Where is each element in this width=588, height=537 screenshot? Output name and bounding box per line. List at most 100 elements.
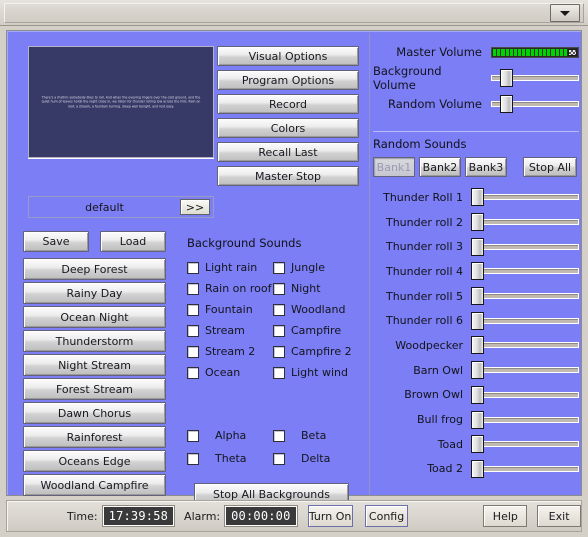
checkbox-theta[interactable]: Theta bbox=[187, 452, 273, 465]
caret-shape bbox=[560, 10, 570, 16]
slider-thumb[interactable] bbox=[471, 459, 484, 478]
next-preset-button[interactable]: >> bbox=[180, 199, 210, 215]
checkbox-label: Ocean bbox=[205, 366, 241, 379]
random-sound-row-thunder-roll-4: Thunder roll 4 bbox=[373, 259, 579, 284]
random-sound-slider[interactable] bbox=[471, 435, 579, 454]
chevron-down-icon[interactable] bbox=[550, 4, 580, 22]
checkbox-woodland[interactable]: Woodland bbox=[273, 303, 362, 316]
random-sound-label: Toad bbox=[437, 437, 463, 451]
random-sound-row-thunder-roll-2: Thunder roll 2 bbox=[373, 210, 579, 235]
preset-button-rainy-day[interactable]: Rainy Day bbox=[23, 282, 166, 304]
checkbox-campfire-2[interactable]: Campfire 2 bbox=[273, 345, 362, 358]
visual-options-button[interactable]: Visual Options bbox=[217, 46, 359, 66]
preset-button-dawn-chorus[interactable]: Dawn Chorus bbox=[23, 402, 166, 424]
save-button[interactable]: Save bbox=[23, 231, 89, 252]
checkbox-label: Light rain bbox=[205, 261, 258, 274]
random-sound-slider[interactable] bbox=[471, 459, 579, 478]
random-sound-row-barn-owl: Barn Owl bbox=[373, 358, 579, 383]
checkbox-stream[interactable]: Stream bbox=[187, 324, 273, 337]
random-sound-slider[interactable] bbox=[471, 385, 579, 404]
background-volume-label: Background Volume bbox=[373, 64, 442, 92]
slider-thumb[interactable] bbox=[471, 410, 484, 429]
slider-thumb[interactable] bbox=[471, 237, 484, 256]
checkbox-stream-2[interactable]: Stream 2 bbox=[187, 345, 273, 358]
colors-button[interactable]: Colors bbox=[217, 118, 359, 138]
checkbox-label: Stream 2 bbox=[205, 345, 256, 358]
slider-thumb[interactable] bbox=[471, 435, 484, 454]
random-sound-row-thunder-roll-3: Thunder roll 3 bbox=[373, 234, 579, 259]
checkbox-label: Theta bbox=[215, 452, 247, 465]
master-volume-row: Master Volume bbox=[373, 39, 579, 65]
preview-screen[interactable]: There's a rhythm somebody likes to roll.… bbox=[28, 46, 214, 158]
slider-thumb[interactable] bbox=[471, 188, 484, 207]
help-button[interactable]: Help bbox=[483, 505, 528, 527]
slider-thumb[interactable] bbox=[471, 311, 484, 330]
random-sound-row-bull-frog: Bull frog bbox=[373, 407, 579, 432]
preset-button-night-stream[interactable]: Night Stream bbox=[23, 354, 166, 376]
recall-last-button[interactable]: Recall Last bbox=[217, 142, 359, 162]
checkbox-delta[interactable]: Delta bbox=[273, 452, 362, 465]
checkbox-box-icon bbox=[187, 429, 199, 442]
config-button[interactable]: Config bbox=[364, 505, 409, 527]
checkbox-label: Stream bbox=[205, 324, 245, 337]
checkbox-light-rain[interactable]: Light rain bbox=[187, 261, 273, 274]
random-volume-slider[interactable] bbox=[491, 95, 579, 113]
slider-thumb[interactable] bbox=[471, 262, 484, 281]
checkbox-rain-on-roof[interactable]: Rain on roof bbox=[187, 282, 273, 295]
preset-button-ocean-night[interactable]: Ocean Night bbox=[23, 306, 166, 328]
checkbox-campfire[interactable]: Campfire bbox=[273, 324, 362, 337]
stop-all-random-button[interactable]: Stop All bbox=[523, 157, 577, 177]
bank1-button[interactable]: Bank1 bbox=[373, 157, 415, 177]
random-sound-label: Thunder roll 6 bbox=[385, 314, 463, 328]
led-segment bbox=[522, 48, 526, 56]
background-volume-slider[interactable] bbox=[491, 69, 579, 87]
checkbox-light-wind[interactable]: Light wind bbox=[273, 366, 362, 379]
random-sound-row-woodpecker: Woodpecker bbox=[373, 333, 579, 358]
slider-thumb[interactable] bbox=[471, 213, 484, 232]
slider-thumb[interactable] bbox=[471, 361, 484, 380]
random-sound-slider[interactable] bbox=[471, 410, 579, 429]
master-stop-button[interactable]: Master Stop bbox=[217, 166, 359, 186]
checkbox-ocean[interactable]: Ocean bbox=[187, 366, 273, 379]
random-sound-slider[interactable] bbox=[471, 237, 579, 256]
slider-thumb[interactable] bbox=[500, 95, 513, 113]
load-button[interactable]: Load bbox=[100, 231, 166, 252]
checkbox-fountain[interactable]: Fountain bbox=[187, 303, 273, 316]
master-volume-grip[interactable] bbox=[568, 48, 578, 56]
slider-thumb[interactable] bbox=[500, 69, 513, 87]
preset-button-forest-stream[interactable]: Forest Stream bbox=[23, 378, 166, 400]
slider-track bbox=[471, 342, 579, 349]
led-segment bbox=[547, 48, 551, 56]
random-sound-slider[interactable] bbox=[471, 336, 579, 355]
preset-button-oceans-edge[interactable]: Oceans Edge bbox=[23, 450, 166, 472]
random-sound-slider[interactable] bbox=[471, 287, 579, 306]
checkbox-jungle[interactable]: Jungle bbox=[273, 261, 362, 274]
preset-button-woodland-campfire[interactable]: Woodland Campfire bbox=[23, 474, 166, 496]
slider-thumb[interactable] bbox=[471, 385, 484, 404]
background-volume-row: Background Volume bbox=[373, 64, 579, 92]
preset-button-rainforest[interactable]: Rainforest bbox=[23, 426, 166, 448]
checkbox-night[interactable]: Night bbox=[273, 282, 362, 295]
random-sound-slider[interactable] bbox=[471, 213, 579, 232]
preset-button-deep-forest[interactable]: Deep Forest bbox=[23, 258, 166, 280]
checkbox-alpha[interactable]: Alpha bbox=[187, 429, 273, 442]
slider-track bbox=[471, 268, 579, 275]
checkbox-beta[interactable]: Beta bbox=[273, 429, 362, 442]
exit-button[interactable]: Exit bbox=[537, 505, 581, 527]
slider-thumb[interactable] bbox=[471, 287, 484, 306]
bank3-button[interactable]: Bank3 bbox=[465, 157, 507, 177]
slider-thumb[interactable] bbox=[471, 336, 484, 355]
random-sound-slider[interactable] bbox=[471, 188, 579, 207]
random-sound-slider[interactable] bbox=[471, 311, 579, 330]
turn-on-button[interactable]: Turn On bbox=[307, 505, 353, 527]
led-segment bbox=[543, 48, 547, 56]
master-volume-meter[interactable] bbox=[491, 46, 579, 58]
random-sound-slider[interactable] bbox=[471, 262, 579, 281]
random-sound-slider[interactable] bbox=[471, 361, 579, 380]
bank2-button[interactable]: Bank2 bbox=[419, 157, 461, 177]
random-sounds-area: Random Sounds Bank1 Bank2 Bank3 Stop All… bbox=[373, 137, 579, 481]
record-button[interactable]: Record bbox=[217, 94, 359, 114]
preset-button-thunderstorm[interactable]: Thunderstorm bbox=[23, 330, 166, 352]
led-segment bbox=[538, 48, 543, 56]
program-options-button[interactable]: Program Options bbox=[217, 70, 359, 90]
